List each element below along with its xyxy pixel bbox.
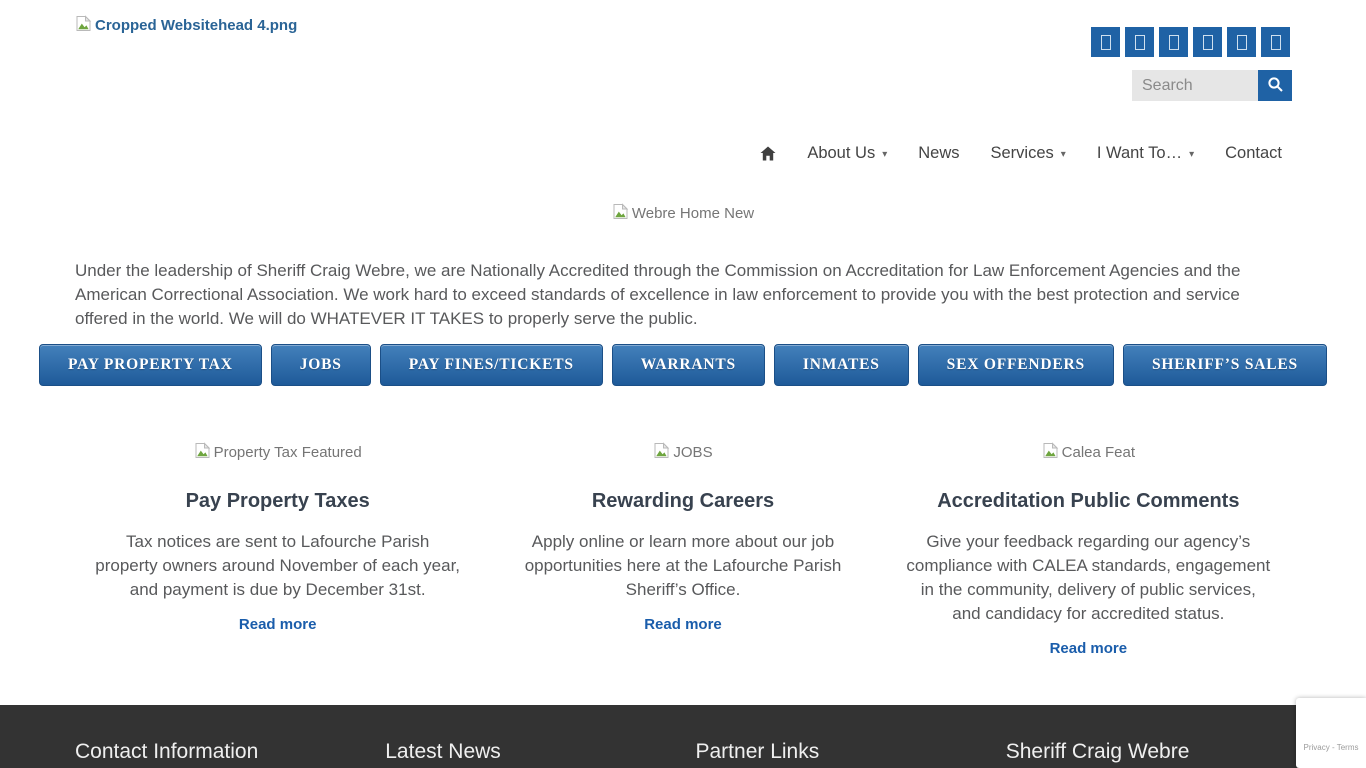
main-nav: About Us ▾ News Services ▾ I Want To… ▾ … [760,144,1282,163]
nav-item-services[interactable]: Services ▾ [991,144,1066,163]
missing-glyph-icon [1203,35,1213,50]
feature-title: Accreditation Public Comments [906,490,1271,513]
intro-paragraph: Under the leadership of Sheriff Craig We… [75,259,1291,331]
recaptcha-privacy-terms: Privacy - Terms [1304,743,1359,752]
nav-item-home[interactable] [760,146,776,161]
nav-label: I Want To… [1097,144,1182,163]
hero-section: Webre Home New [0,203,1366,225]
footer-heading-partner-links: Partner Links [696,740,1006,764]
quick-links-row: PAY PROPERTY TAX JOBS PAY FINES/TICKETS … [0,344,1366,386]
search-button[interactable] [1258,70,1292,101]
nav-item-i-want-to[interactable]: I Want To… ▾ [1097,144,1194,163]
site-logo-link[interactable]: Cropped Websitehead 4.png [75,15,297,36]
chevron-down-icon: ▾ [1189,149,1194,160]
missing-glyph-icon [1101,35,1111,50]
feature-title: Pay Property Taxes [95,490,460,513]
feature-text: Apply online or learn more about our job… [500,530,865,602]
feature-image-alt-text: Calea Feat [1062,444,1135,461]
missing-glyph-icon [1271,35,1281,50]
features-section: Property Tax Featured Pay Property Taxes… [75,442,1291,658]
sex-offenders-button[interactable]: SEX OFFENDERS [918,344,1114,386]
home-icon [760,146,776,161]
broken-image-icon [653,442,670,463]
nav-label: About Us [807,144,875,163]
feature-broken-image: Calea Feat [1042,442,1135,463]
feature-image-alt-text: Property Tax Featured [214,444,362,461]
feature-accreditation-public-comments: Calea Feat Accreditation Public Comments… [886,442,1291,658]
nav-label: Services [991,144,1054,163]
site-footer: Contact Information Latest News Partner … [0,705,1366,768]
missing-glyph-icon [1169,35,1179,50]
feature-broken-image: JOBS [653,442,712,463]
footer-heading-sheriff-craig-webre: Sheriff Craig Webre [1006,740,1316,764]
sheriffs-sales-button[interactable]: SHERIFF’S SALES [1123,344,1327,386]
broken-image-icon [612,203,629,224]
footer-heading-latest-news: Latest News [385,740,695,764]
feature-title: Rewarding Careers [500,490,865,513]
site-header: Cropped Websitehead 4.png [0,0,1366,180]
social-link-3[interactable] [1159,27,1188,57]
footer-heading-contact-information: Contact Information [75,740,385,764]
nav-item-about-us[interactable]: About Us ▾ [807,144,887,163]
feature-pay-property-taxes: Property Tax Featured Pay Property Taxes… [75,442,480,658]
social-link-1[interactable] [1091,27,1120,57]
jobs-button[interactable]: JOBS [271,344,371,386]
search-form [1132,70,1292,101]
pay-property-tax-button[interactable]: PAY PROPERTY TAX [39,344,262,386]
feature-text: Tax notices are sent to Lafourche Parish… [95,530,460,602]
chevron-down-icon: ▾ [882,149,887,160]
read-more-link[interactable]: Read more [239,616,317,633]
search-icon [1267,76,1284,96]
warrants-button[interactable]: WARRANTS [612,344,765,386]
social-link-2[interactable] [1125,27,1154,57]
broken-image-icon [75,15,92,36]
social-link-4[interactable] [1193,27,1222,57]
read-more-link[interactable]: Read more [1050,640,1128,657]
missing-glyph-icon [1237,35,1247,50]
feature-rewarding-careers: JOBS Rewarding Careers Apply online or l… [480,442,885,658]
hero-image-alt-text: Webre Home New [632,205,754,222]
nav-item-news[interactable]: News [918,144,959,163]
nav-item-contact[interactable]: Contact [1225,144,1282,163]
feature-broken-image: Property Tax Featured [194,442,362,463]
social-icons-row [1091,27,1290,57]
nav-label: Contact [1225,144,1282,163]
page: Cropped Websitehead 4.png [0,0,1366,768]
missing-glyph-icon [1135,35,1145,50]
broken-image-icon [1042,442,1059,463]
search-input[interactable] [1132,70,1258,101]
nav-label: News [918,144,959,163]
read-more-link[interactable]: Read more [644,616,722,633]
feature-text: Give your feedback regarding our agency’… [906,530,1271,626]
hero-broken-image: Webre Home New [612,203,754,224]
recaptcha-badge[interactable]: Privacy - Terms [1296,698,1366,768]
social-link-5[interactable] [1227,27,1256,57]
chevron-down-icon: ▾ [1061,149,1066,160]
logo-alt-text: Cropped Websitehead 4.png [95,17,297,34]
feature-image-alt-text: JOBS [673,444,712,461]
broken-image-icon [194,442,211,463]
pay-fines-tickets-button[interactable]: PAY FINES/TICKETS [380,344,603,386]
inmates-button[interactable]: INMATES [774,344,909,386]
social-link-6[interactable] [1261,27,1290,57]
